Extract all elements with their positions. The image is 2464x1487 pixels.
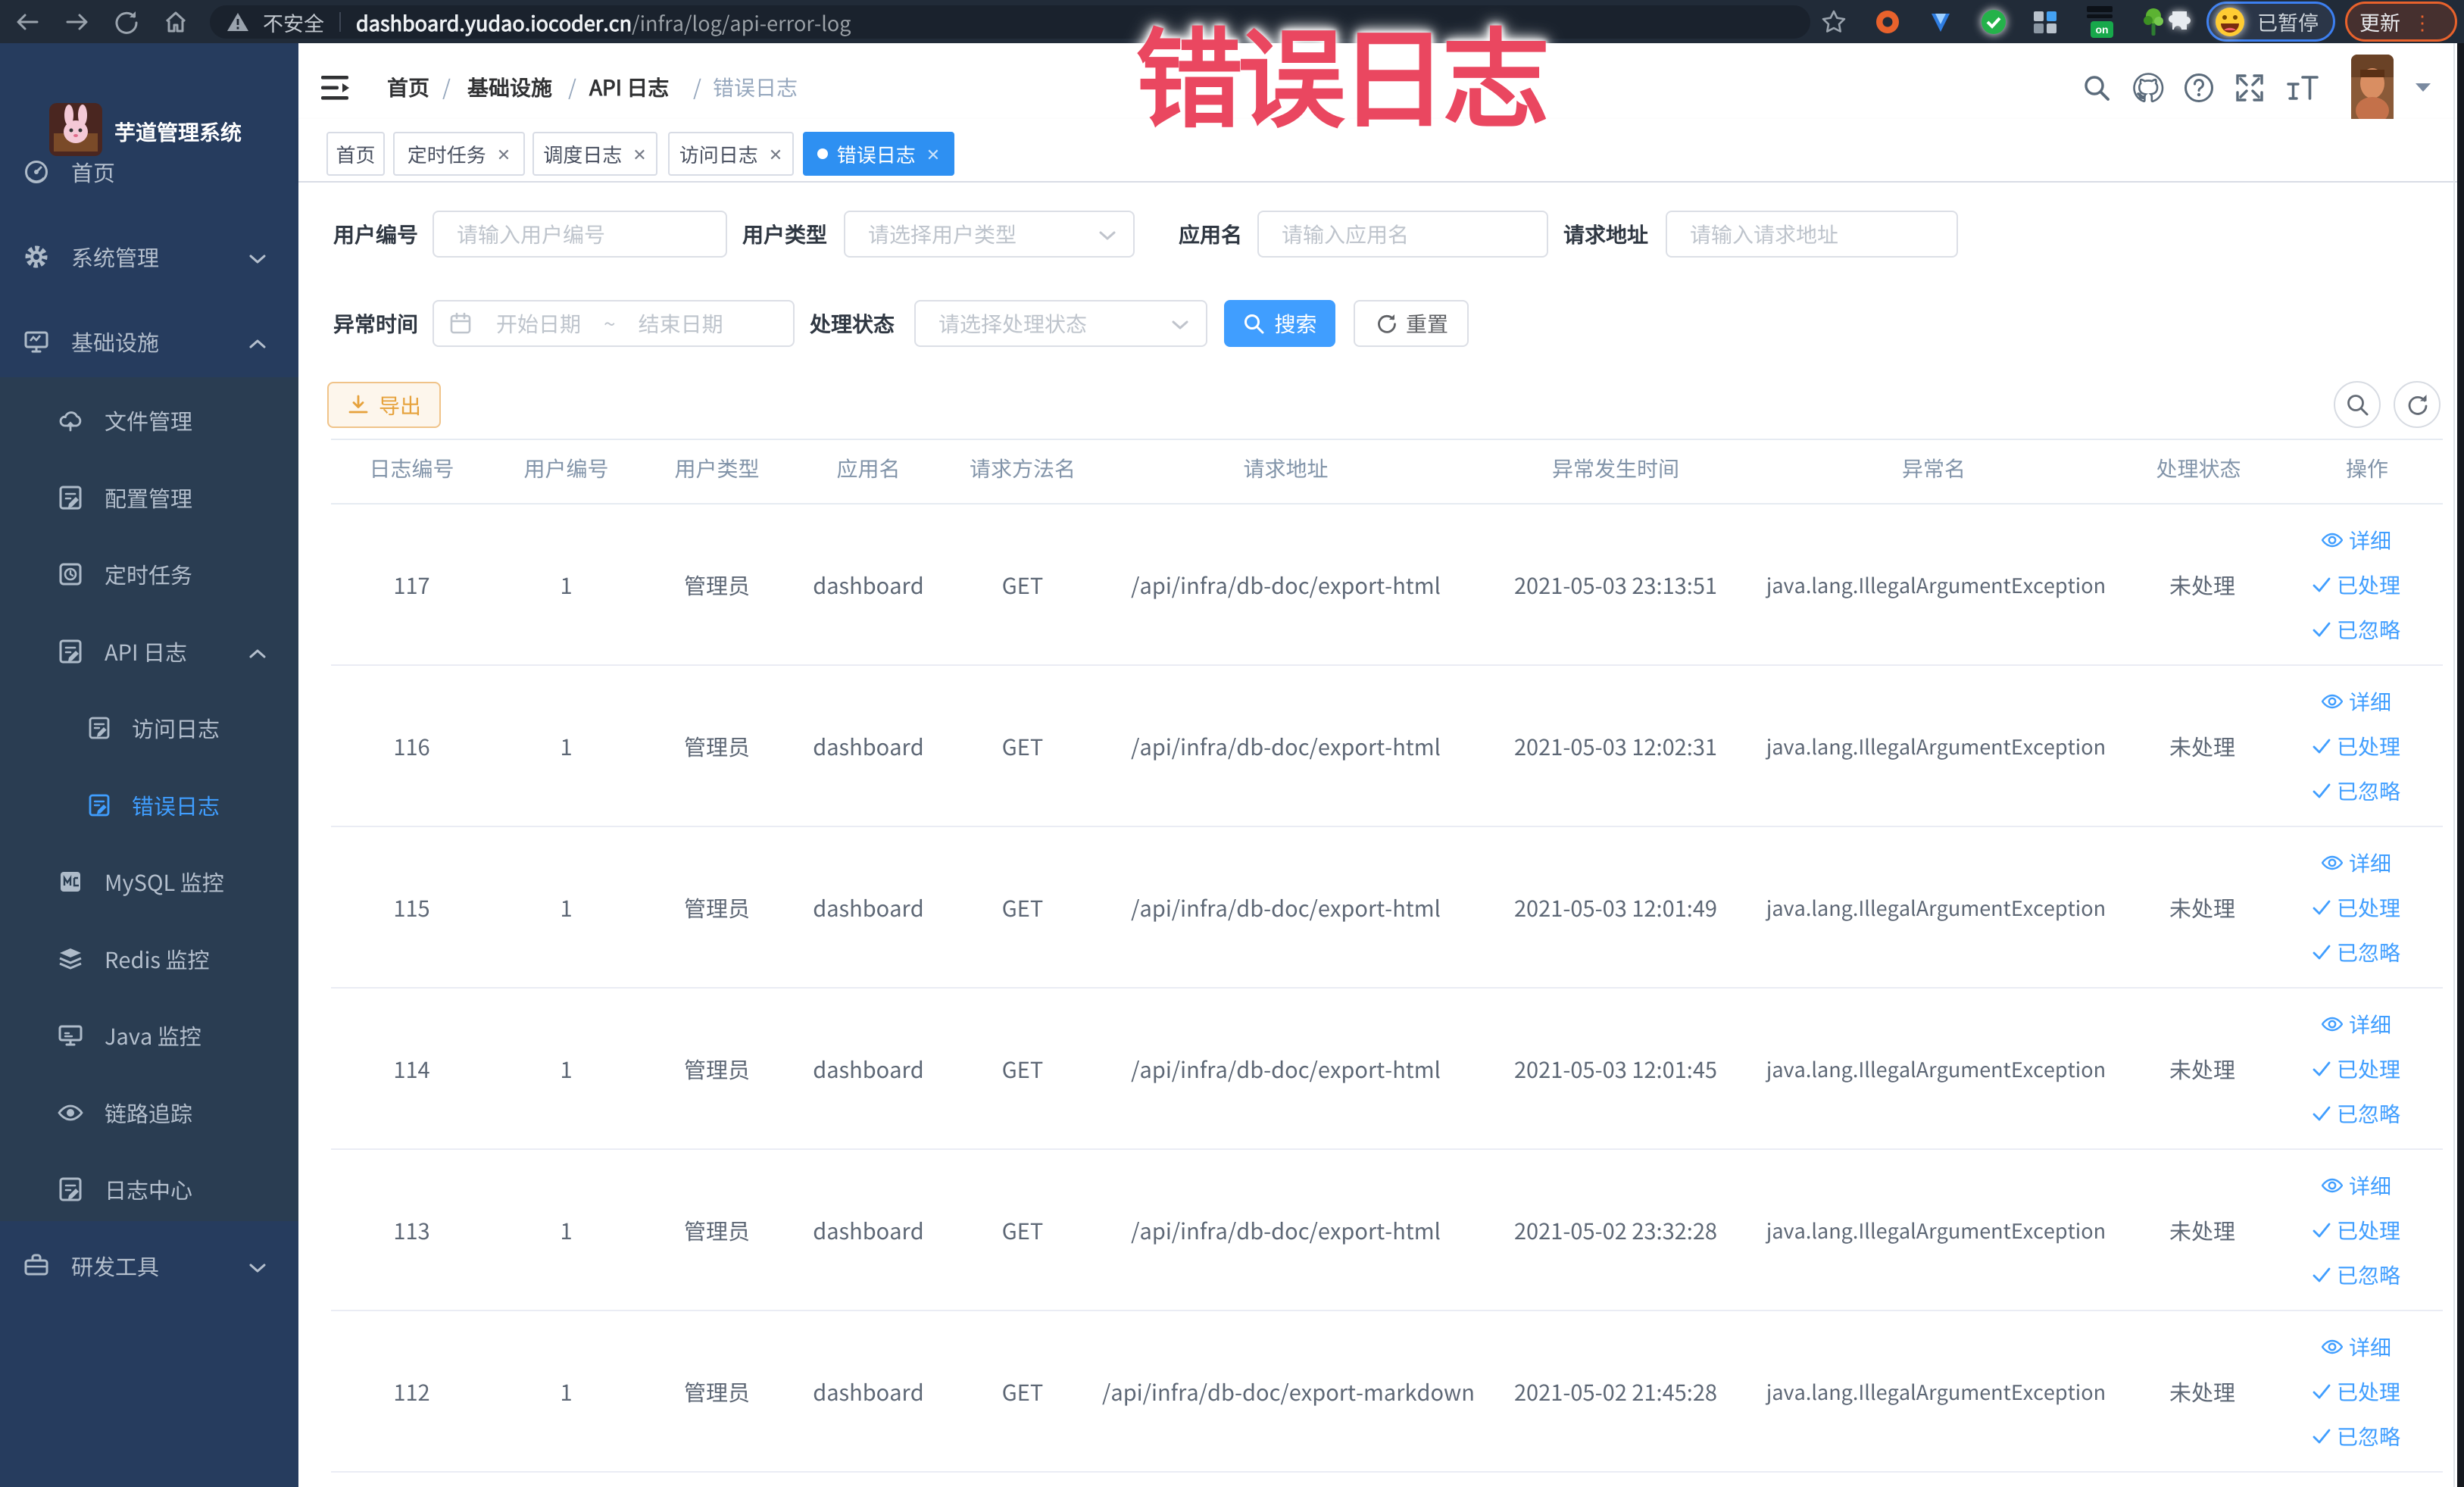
svg-text:on: on [2095,23,2108,36]
